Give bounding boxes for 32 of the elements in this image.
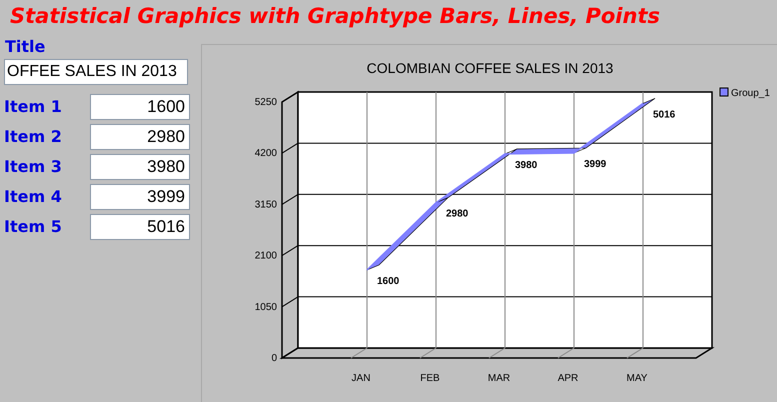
x-axis-label: JAN xyxy=(352,373,370,384)
x-axis-label: APR xyxy=(558,373,578,384)
chart-title: COLOMBIAN COFFEE SALES IN 2013 xyxy=(366,60,614,76)
page-heading: Statistical Graphics with Graphtype Bars, Lines, Points xyxy=(9,3,660,30)
item-label: Item 1 xyxy=(4,96,62,118)
title-input-field[interactable]: OFFEE SALES IN 2013 xyxy=(4,59,188,85)
data-label: 3980 xyxy=(515,160,538,171)
legend-swatch xyxy=(720,88,728,96)
item-label: Item 3 xyxy=(4,156,62,178)
legend-label: Group_1 xyxy=(731,88,770,99)
y-axis-label: 3150 xyxy=(254,199,277,210)
x-axis-label: MAR xyxy=(488,373,510,384)
item-input-field[interactable]: 1600 xyxy=(90,94,190,120)
item-input-field[interactable]: 3980 xyxy=(90,154,190,180)
y-axis-label: 2100 xyxy=(254,250,277,262)
y-axis-label: 5250 xyxy=(254,97,277,108)
item-label: Item 5 xyxy=(4,216,62,238)
y-axis-label: 1050 xyxy=(254,302,277,313)
x-axis-label: MAY xyxy=(626,373,648,384)
item-input-field[interactable]: 2980 xyxy=(90,124,190,150)
title-label: Title xyxy=(4,36,46,58)
y-axis-label: 0 xyxy=(271,353,277,364)
item-input-field[interactable]: 3999 xyxy=(90,184,190,210)
data-label: 2980 xyxy=(446,208,468,220)
item-label: Item 2 xyxy=(4,126,62,148)
data-label: 3999 xyxy=(584,159,606,170)
item-label: Item 4 xyxy=(4,186,62,208)
data-label: 5016 xyxy=(653,109,676,120)
y-axis-label: 4200 xyxy=(254,148,277,160)
data-label: 1600 xyxy=(377,276,400,287)
item-input-field[interactable]: 5016 xyxy=(90,214,190,240)
x-axis-label: FEB xyxy=(420,373,440,384)
